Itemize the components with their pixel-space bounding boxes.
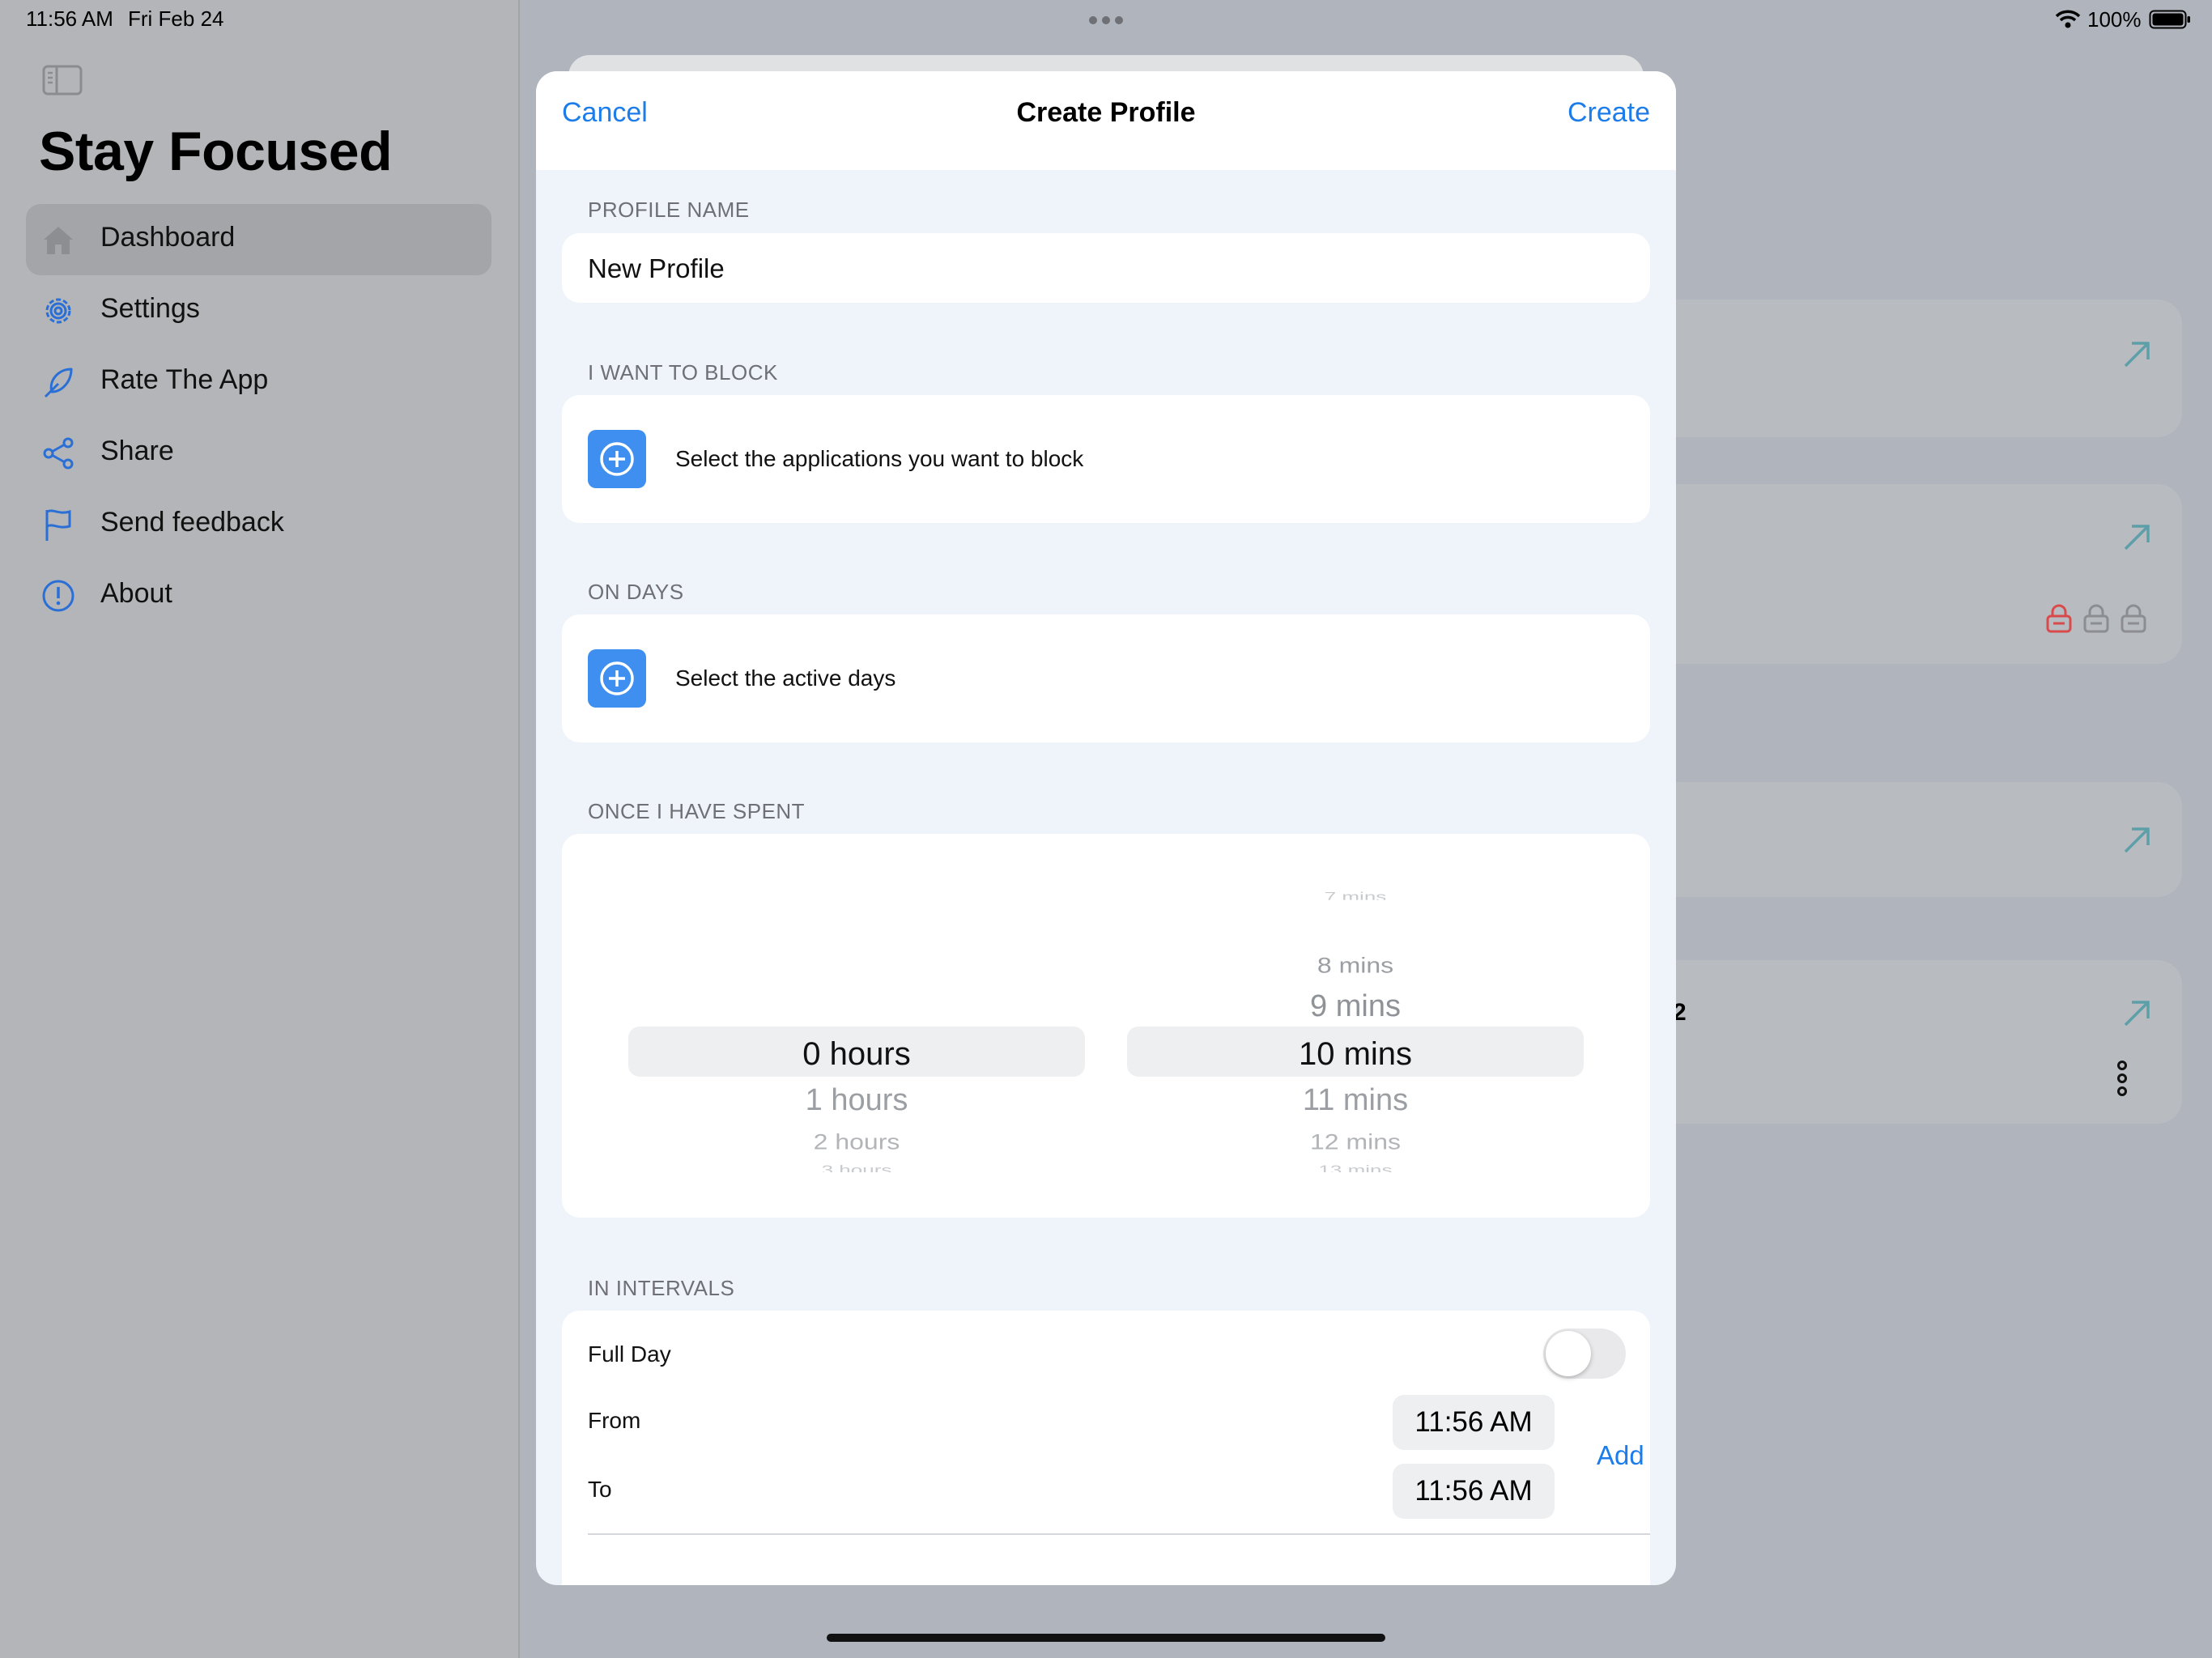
picker-option[interactable]: 12 mins (1127, 1129, 1584, 1154)
sidebar-item-label: Settings (100, 293, 200, 324)
profile-name-card: New Profile (562, 233, 1650, 303)
create-profile-sheet: Create Profile Cancel Create PROFILE NAM… (536, 71, 1676, 1585)
intervals-card: Full Day From 11:56 AM To 11:56 AM Add (562, 1311, 1650, 1585)
more-vertical-icon[interactable] (2116, 1061, 2128, 1096)
section-label-days: ON DAYS (588, 580, 684, 604)
info-circle-icon (40, 578, 76, 614)
sidebar-item-label: Share (100, 436, 174, 466)
sidebar-item-label: About (100, 578, 172, 609)
hours-picker-wheel[interactable]: 0 hours 1 hours 2 hours 3 hours (628, 882, 1085, 1174)
full-day-toggle[interactable] (1543, 1329, 1626, 1379)
picker-option[interactable]: 11 mins (1127, 1083, 1584, 1118)
profile-card[interactable]: 2 (1619, 960, 2182, 1124)
sidebar-item-send-feedback[interactable]: Send feedback (26, 489, 491, 560)
gear-icon (40, 293, 76, 329)
sidebar: Stay Focused Dashboard Settings Rate The… (0, 0, 520, 1658)
active-days-card[interactable]: Select the active days (562, 614, 1650, 742)
from-time-picker[interactable]: 11:56 AM (1393, 1395, 1555, 1450)
open-arrow-icon[interactable] (2121, 521, 2153, 554)
sidebar-item-settings[interactable]: Settings (26, 275, 491, 346)
flag-icon (40, 507, 76, 542)
picker-option[interactable]: 8 mins (1127, 953, 1584, 978)
create-button[interactable]: Create (1568, 97, 1650, 129)
add-apps-button[interactable] (588, 430, 646, 488)
section-label-spent: ONCE I HAVE SPENT (588, 799, 806, 823)
profile-card[interactable] (1619, 782, 2182, 897)
sidebar-item-share[interactable]: Share (26, 418, 491, 489)
feather-icon (40, 364, 76, 400)
open-arrow-icon[interactable] (2121, 997, 2153, 1030)
status-time: 11:56 AM (26, 6, 113, 31)
lock-icon (2120, 604, 2147, 633)
picker-option[interactable]: 1 hours (628, 1083, 1085, 1118)
profile-card[interactable] (1619, 484, 2182, 664)
sidebar-item-label: Dashboard (100, 222, 236, 253)
sidebar-toggle-icon[interactable] (42, 65, 83, 96)
section-label-block: I WANT TO BLOCK (588, 360, 778, 385)
share-nodes-icon (40, 436, 76, 471)
select-apps-label: Select the applications you want to bloc… (675, 446, 1084, 471)
open-arrow-icon[interactable] (2121, 824, 2153, 857)
from-label: From (588, 1408, 641, 1433)
sidebar-item-label: Send feedback (100, 507, 284, 538)
picker-option[interactable]: 13 mins (1127, 1163, 1584, 1172)
block-apps-card[interactable]: Select the applications you want to bloc… (562, 395, 1650, 523)
picker-option[interactable]: 2 hours (628, 1129, 1085, 1154)
select-days-label: Select the active days (675, 665, 896, 691)
minutes-picker-wheel[interactable]: 7 mins 8 mins 9 mins 10 mins 11 mins 12 … (1127, 882, 1584, 1174)
house-icon (40, 222, 76, 257)
lock-icon (2082, 604, 2110, 633)
section-label-intervals: IN INTERVALS (588, 1276, 735, 1300)
picker-option[interactable]: 7 mins (1127, 889, 1584, 899)
lock-icon (2045, 604, 2073, 633)
sidebar-item-label: Rate The App (100, 364, 269, 395)
sheet-header: Create Profile Cancel Create (536, 71, 1676, 170)
sheet-title: Create Profile (1016, 97, 1196, 128)
add-interval-button[interactable]: Add (1597, 1440, 1644, 1471)
app-title: Stay Focused (39, 121, 393, 182)
multitasking-dots-icon[interactable] (1088, 15, 1124, 24)
divider (588, 1533, 1650, 1535)
full-day-label: Full Day (588, 1341, 671, 1367)
battery-icon (2149, 10, 2191, 29)
profile-card[interactable] (1619, 300, 2182, 437)
home-indicator[interactable] (827, 1634, 1385, 1642)
sidebar-item-about[interactable]: About (26, 560, 491, 631)
time-spent-picker-card: 0 hours 1 hours 2 hours 3 hours 7 mins 8… (562, 834, 1650, 1218)
to-time-picker[interactable]: 11:56 AM (1393, 1464, 1555, 1519)
picker-selected-value: 0 hours (802, 1036, 911, 1072)
picker-option[interactable]: 9 mins (1127, 989, 1584, 1024)
to-label: To (588, 1477, 612, 1502)
picker-option[interactable]: 3 hours (628, 1163, 1085, 1172)
status-date: Fri Feb 24 (128, 6, 224, 31)
battery-percentage: 100% (2087, 7, 2142, 32)
sidebar-item-dashboard[interactable]: Dashboard (26, 204, 491, 275)
section-label-profile-name: PROFILE NAME (588, 198, 750, 222)
profile-name-input[interactable]: New Profile (588, 253, 725, 284)
open-arrow-icon[interactable] (2121, 338, 2153, 371)
picker-selected-value: 10 mins (1298, 1036, 1413, 1072)
cancel-button[interactable]: Cancel (562, 97, 648, 129)
toggle-knob (1546, 1331, 1591, 1376)
wifi-icon (2055, 8, 2081, 29)
sidebar-item-rate-the-app[interactable]: Rate The App (26, 346, 491, 418)
add-days-button[interactable] (588, 649, 646, 708)
